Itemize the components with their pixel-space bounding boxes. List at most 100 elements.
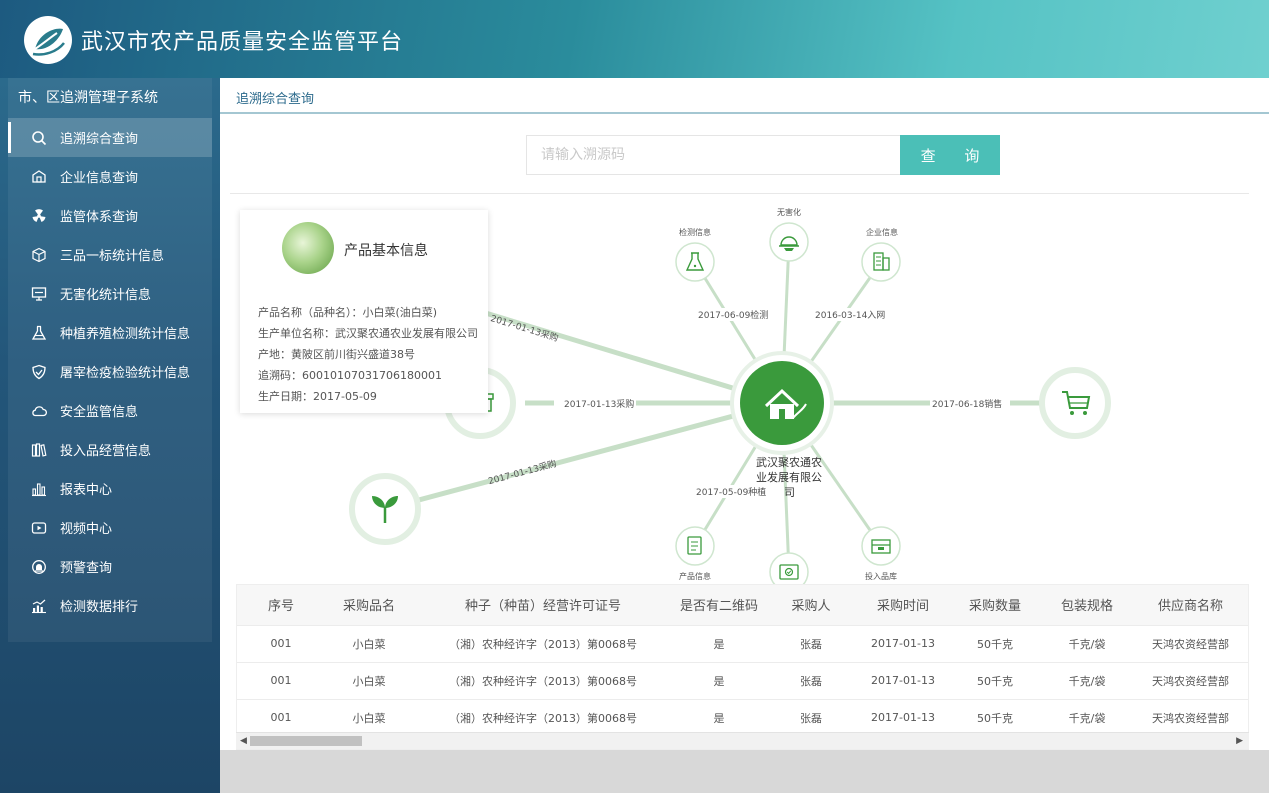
table-cell: 50千克: [949, 661, 1041, 699]
scrollbar-thumb[interactable]: [250, 736, 362, 746]
sidebar-item-report-center[interactable]: 报表中心: [8, 469, 212, 508]
node-label-harmless: 无害化: [777, 207, 801, 217]
sidebar-item-label: 监管体系查询: [60, 210, 139, 225]
col-header-buyer: 采购人: [765, 585, 857, 625]
table-cell: 张磊: [765, 624, 857, 662]
sidebar-item-enterprise-query[interactable]: 企业信息查询: [8, 157, 212, 196]
leaf-logo-icon: [26, 18, 70, 62]
col-header-product: 采购品名: [325, 585, 413, 625]
edge-label-inspection: 2017-06-09检测: [698, 309, 768, 321]
node-inputs[interactable]: 投入品库: [861, 526, 901, 581]
sidebar-item-label: 报表中心: [60, 483, 113, 498]
node-supplier-seed[interactable]: [349, 473, 421, 545]
search-input[interactable]: [526, 135, 900, 175]
search-button[interactable]: 查 询: [900, 135, 1000, 175]
sidebar-item-safety-supervision[interactable]: 安全监管信息: [8, 391, 212, 430]
sidebar-menu: 追溯综合查询 企业信息查询 监管体系查询 三品一标统计信息 无害化统计信息 种植…: [8, 118, 212, 625]
table-cell: 001: [237, 624, 325, 662]
scroll-left-arrow-icon[interactable]: ◀: [240, 736, 247, 746]
purchase-table: 序号 采购品名 种子（种苗）经营许可证号 是否有二维码 采购人 采购时间 采购数…: [237, 585, 1248, 736]
sidebar-item-planting-inspection-stats[interactable]: 种植养殖检测统计信息: [8, 313, 212, 352]
table-cell: （湘）农种经许字（2013）第0068号: [413, 624, 673, 662]
purchase-table-container: 序号 采购品名 种子（种苗）经营许可证号 是否有二维码 采购人 采购时间 采购数…: [236, 584, 1249, 750]
table-row[interactable]: 001 小白菜 （湘）农种经许字（2013）第0068号 是 张磊 2017-0…: [237, 624, 1248, 662]
sidebar-item-label: 无害化统计信息: [60, 288, 152, 303]
horizontal-scrollbar[interactable]: ◀ ▶: [236, 732, 1249, 749]
edge-label-purchase-bottom: 2017-01-13采购: [487, 457, 558, 487]
flask-icon: [30, 324, 48, 342]
table-cell: 千克/袋: [1041, 698, 1133, 736]
table-cell: 2017-01-13: [857, 661, 949, 699]
col-header-license: 种子（种苗）经营许可证号: [413, 585, 673, 625]
col-header-package: 包装规格: [1041, 585, 1133, 625]
sidebar-item-label: 种植养殖检测统计信息: [60, 327, 191, 342]
sidebar-item-test-ranking[interactable]: 检测数据排行: [8, 586, 212, 625]
cloud-icon: [30, 402, 48, 420]
scroll-right-arrow-icon[interactable]: ▶: [1236, 736, 1243, 746]
node-product[interactable]: 产品信息: [675, 526, 715, 581]
origin-line: 产地：黄陂区前川街兴盛道38号: [258, 348, 415, 361]
sidebar-item-label: 三品一标统计信息: [60, 249, 165, 264]
sidebar-item-three-products-stats[interactable]: 三品一标统计信息: [8, 235, 212, 274]
edge-label-sale: 2017-06-18销售: [932, 398, 1002, 410]
table-cell: 小白菜: [325, 661, 413, 699]
table-cell: 2017-01-13: [857, 698, 949, 736]
table-row[interactable]: 001 小白菜 （湘）农种经许字（2013）第0068号 是 张磊 2017-0…: [237, 661, 1248, 699]
ranking-icon: [30, 597, 48, 615]
sidebar-item-harmless-stats[interactable]: 无害化统计信息: [8, 274, 212, 313]
sidebar-item-inputs-business[interactable]: 投入品经营信息: [8, 430, 212, 469]
breadcrumb-bar: 追溯综合查询: [220, 78, 1269, 114]
center-label-line-1: 武汉聚农通农: [756, 455, 822, 469]
node-label-product: 产品信息: [679, 571, 711, 581]
logo: [24, 16, 72, 64]
sidebar-item-video-center[interactable]: 视频中心: [8, 508, 212, 547]
sidebar-item-label: 检测数据排行: [60, 600, 139, 615]
shield-icon: [30, 363, 48, 381]
node-enterprise[interactable]: 企业信息: [861, 227, 901, 282]
product-name-line: 产品名称（品种名）：小白菜(油白菜): [258, 306, 438, 319]
table-cell: 是: [673, 661, 765, 699]
col-header-index: 序号: [237, 585, 325, 625]
node-label-inspection: 检测信息: [679, 227, 711, 237]
sidebar-item-supervision-query[interactable]: 监管体系查询: [8, 196, 212, 235]
table-cell: 天鸿农资经营部: [1133, 698, 1248, 736]
search-icon: [30, 129, 48, 147]
node-center-company[interactable]: 武汉聚农通农 业发展有限公 司: [730, 351, 834, 499]
trace-code-line: 追溯码：60010107031706180001: [258, 369, 442, 382]
center-label-line-2: 业发展有限公: [756, 470, 822, 484]
producer-line: 生产单位名称：武汉聚农通农业发展有限公司: [258, 327, 478, 340]
sidebar-item-label: 视频中心: [60, 522, 113, 537]
col-header-time: 采购时间: [857, 585, 949, 625]
production-date-line: 生产日期：2017-05-09: [258, 390, 377, 403]
center-label-line-3: 司: [784, 486, 795, 499]
table-cell: 千克/袋: [1041, 661, 1133, 699]
node-harmless[interactable]: 无害化: [769, 207, 809, 262]
sidebar-item-alert-query[interactable]: 预警查询: [8, 547, 212, 586]
sidebar-item-label: 安全监管信息: [60, 405, 139, 420]
main-content: 追溯综合查询 查 询 2017-01-13采购 2017-06-18: [220, 78, 1269, 793]
sidebar-item-label: 企业信息查询: [60, 171, 139, 186]
col-header-quantity: 采购数量: [949, 585, 1041, 625]
product-image: [282, 222, 334, 274]
video-icon: [30, 519, 48, 537]
node-label-enterprise: 企业信息: [866, 227, 898, 237]
edge-label-purchase-top: 2017-01-13采购: [489, 312, 560, 344]
edge-label-planting: 2017-05-09种植: [696, 486, 766, 498]
table-cell: 50千克: [949, 698, 1041, 736]
edge-label-purchase-mid: 2017-01-13采购: [564, 398, 634, 410]
table-cell: 天鸿农资经营部: [1133, 661, 1248, 699]
node-inspection[interactable]: 检测信息: [675, 227, 715, 282]
table-cell: 小白菜: [325, 698, 413, 736]
top-header: 武汉市农产品质量安全监管平台: [0, 0, 1269, 78]
table-cell: 千克/袋: [1041, 624, 1133, 662]
monitor-icon: [30, 285, 48, 303]
sidebar-item-slaughter-inspection-stats[interactable]: 屠宰检疫检验统计信息: [8, 352, 212, 391]
alert-icon: [30, 558, 48, 576]
table-row[interactable]: 001 小白菜 （湘）农种经许字（2013）第0068号 是 张磊 2017-0…: [237, 698, 1248, 736]
table-cell: 天鸿农资经营部: [1133, 624, 1248, 662]
node-label-inputs: 投入品库: [865, 571, 897, 581]
sidebar-item-trace-query[interactable]: 追溯综合查询: [8, 118, 212, 157]
node-sale-cart[interactable]: [1039, 367, 1111, 439]
cube-icon: [30, 246, 48, 264]
sidebar-item-label: 追溯综合查询: [60, 132, 139, 147]
